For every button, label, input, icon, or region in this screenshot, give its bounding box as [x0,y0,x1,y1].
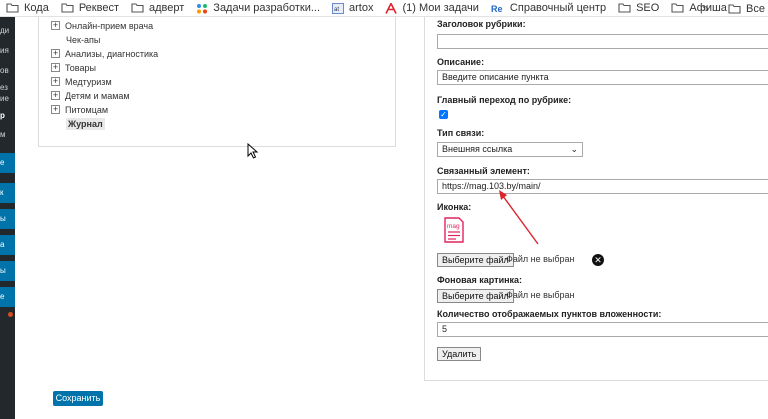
tree-item[interactable]: + Питомцам [51,103,108,116]
tree-item-label: Анализы, диагностика [65,48,159,59]
tree-item[interactable]: + Товары [51,61,96,74]
bookmark-7[interactable]: SEO [618,0,671,16]
sidebar-item[interactable]: ие [0,94,15,103]
sidebar-item[interactable]: ы [0,261,15,281]
svg-text:at: at [334,7,339,13]
expand-icon[interactable]: + [51,49,60,58]
expand-icon[interactable]: + [51,63,60,72]
tree-item[interactable]: + Детям и мамам [51,89,130,102]
linked-element-label: Связанный элемент: [437,166,530,176]
icon-label: Иконка: [437,202,472,212]
choose-icon-file-button[interactable]: Выберите файл [437,253,514,267]
bookmark-label: адверт [149,2,185,14]
bookmarks-bar: Кода Реквест адверт Задачи разработки...… [0,0,768,17]
tree-item-label: Детям и мамам [65,90,130,101]
bookmarks-overflow-button[interactable]: » [702,1,709,15]
menu-item-form: Заголовок рубрики: Описание: Введите опи… [424,17,768,381]
admin-sidebar: ди ия ов ез ие р м е к ы а ы е [0,17,15,419]
tree-item[interactable]: + Онлайн-прием врача [51,19,153,32]
bg-image-label: Фоновая картинка: [437,275,523,285]
folder-icon [618,3,631,13]
bookmark-3[interactable]: Задачи разработки... [196,0,332,16]
bookmark-6[interactable]: Re Справочный центр [491,0,618,16]
tree-item[interactable]: + Медтуризм [51,75,112,88]
description-label: Описание: [437,57,485,67]
folder-icon [61,3,74,13]
folder-icon [671,3,684,13]
link-type-label: Тип связи: [437,128,485,138]
save-button[interactable]: Сохранить [53,391,103,406]
tree-item-label: Чек-апы [66,34,101,45]
sidebar-item[interactable]: р [0,111,15,120]
bookmark-label: Реквест [78,2,119,14]
notification-dot [8,312,13,317]
bookmark-label: (1) Мои задачи [402,2,479,14]
sidebar-item[interactable]: е [0,287,15,307]
bookmark-label: Задачи разработки... [213,2,321,14]
folder-icon [6,3,19,13]
tree-item[interactable]: + Анализы, диагностика [51,47,158,60]
main-link-label: Главный переход по рубрике: [437,95,572,105]
linked-element-input[interactable]: https://mag.103.by/main/ [437,179,768,194]
task-icon [197,3,208,13]
tree-item-selected[interactable]: Журнал [66,117,105,130]
annotation-arrow-icon [499,190,539,245]
bookmark-label: Справочный центр [509,2,607,14]
bg-file-status: Файл не выбран [506,290,575,300]
tree-item-label: Медтуризм [65,76,112,87]
sidebar-item[interactable]: а [0,235,15,255]
folder-icon [131,3,144,13]
mouse-cursor-icon [247,143,259,159]
nesting-input[interactable]: 5 [437,322,768,337]
bookmark-label: SEO [636,2,660,14]
expand-icon[interactable]: + [51,105,60,114]
mag-icon-text: mag [447,223,460,230]
tree-item-label: Питомцам [65,104,109,115]
all-bookmarks-label: Все [746,2,765,15]
svg-text:Re: Re [491,4,503,14]
tree-item[interactable]: Чек-апы [66,33,100,46]
sidebar-item[interactable]: ди [0,26,15,35]
icon-file-status: Файл не выбран [506,254,575,264]
nesting-label: Количество отображаемых пунктов вложенно… [437,309,662,319]
bookmark-0[interactable]: Кода [6,0,61,16]
re-logo-icon: Re [491,4,503,14]
a-logo-icon [385,2,398,14]
sidebar-item[interactable]: ы [0,209,15,229]
sidebar-item[interactable]: м [0,130,15,139]
bookmark-2[interactable]: адверт [131,0,196,16]
link-type-value: Внешняя ссылка [442,144,513,154]
tree-item-label: Онлайн-прием врача [65,20,154,31]
expand-icon[interactable]: + [51,91,60,100]
expand-icon[interactable]: + [51,77,60,86]
bookmark-4[interactable]: at artox [332,0,385,16]
link-type-select[interactable]: Внешняя ссылка ⌄ [437,142,583,157]
all-bookmarks-button[interactable]: Все [728,0,768,17]
category-tree-panel: + Онлайн-прием врача Чек-апы + Анализы, … [38,17,396,147]
heading-label: Заголовок рубрики: [437,19,526,29]
folder-icon [728,3,741,14]
mag-icon: mag [444,217,464,243]
sidebar-item[interactable]: ия [0,46,15,55]
sidebar-item[interactable]: ов [0,66,15,75]
choose-bg-file-button[interactable]: Выберите файл [437,289,514,303]
sidebar-item[interactable]: к [0,183,15,203]
expand-icon[interactable]: + [51,21,60,30]
tree-item-label: Журнал [66,117,105,130]
chevron-down-icon: ⌄ [570,144,578,154]
description-input[interactable]: Введите описание пункта [437,70,768,85]
delete-button[interactable]: Удалить [437,347,482,361]
bookmark-label: Кода [24,2,49,14]
site-icon: at [332,2,345,14]
heading-input[interactable] [437,34,768,49]
sidebar-item[interactable]: ез [0,83,15,92]
main-link-checkbox[interactable]: ✓ [439,110,448,119]
bookmark-label: artox [349,2,374,14]
sidebar-item-active[interactable]: е [0,153,15,173]
bookmark-1[interactable]: Реквест [61,0,131,16]
tree-item-label: Товары [65,62,96,73]
close-icon[interactable]: ✕ [592,254,604,266]
bookmark-5[interactable]: (1) Мои задачи [385,0,490,16]
